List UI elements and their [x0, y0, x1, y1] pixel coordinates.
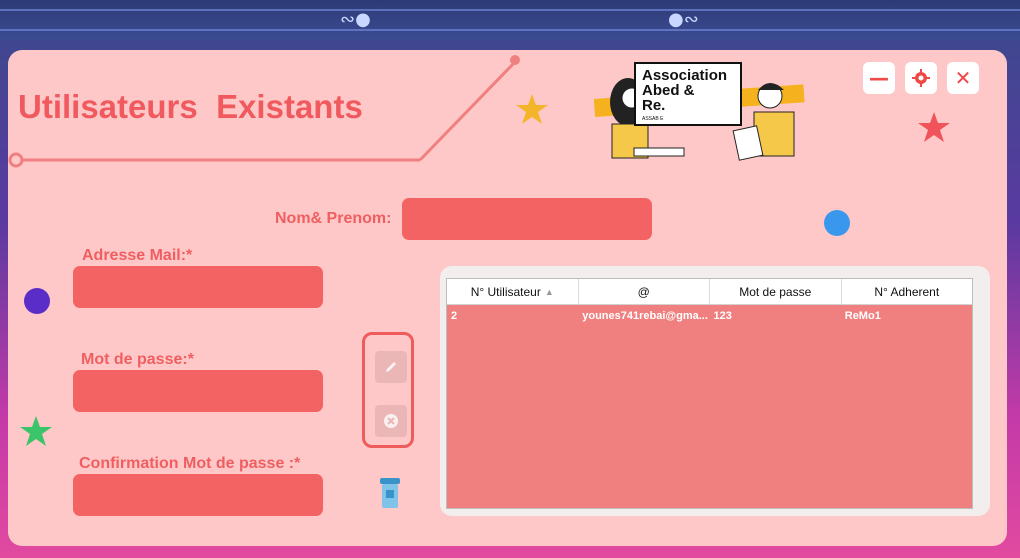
users-table: N° Utilisateur ▲ @ Mot de passe N° Adher… — [446, 278, 973, 509]
desktop-top-bar: ∾● ●∾ — [0, 0, 1020, 40]
nom-prenom-label: Nom& Prenom: — [275, 210, 392, 227]
action-toolbox — [362, 332, 414, 448]
page-title: Utilisateurs Existants — [18, 88, 363, 125]
close-icon: ✕ — [954, 66, 972, 90]
nom-prenom-input[interactable] — [402, 198, 652, 240]
users-window: Utilisateurs Existants Association Abed … — [8, 50, 1007, 546]
ornament-icon: ∾● — [340, 9, 371, 30]
column-header-password[interactable]: Mot de passe — [710, 279, 842, 304]
email-label: Adresse Mail:* — [82, 247, 193, 264]
cell-user-number: 2 — [451, 310, 458, 322]
cell-adherent: ReMo1 — [844, 310, 881, 322]
password-input[interactable] — [73, 370, 323, 412]
column-header-user-number[interactable]: N° Utilisateur ▲ — [447, 279, 579, 304]
sort-ascending-icon: ▲ — [544, 286, 554, 297]
ornament-icon: ●∾ — [668, 9, 699, 30]
edit-button[interactable] — [375, 351, 407, 383]
confirm-password-input[interactable] — [73, 474, 323, 516]
logo-line3: Re. — [642, 97, 666, 114]
minimize-icon: — — [869, 66, 889, 90]
users-table-container: N° Utilisateur ▲ @ Mot de passe N° Adher… — [440, 266, 990, 516]
column-header-adherent[interactable]: N° Adherent — [842, 279, 973, 304]
star-icon — [918, 112, 950, 142]
star-icon — [516, 94, 548, 124]
logo-small-text: ASSAB E — [642, 116, 664, 122]
table-row[interactable]: 2 younes741rebai@gma... 123 ReMo1 — [447, 305, 972, 327]
confirm-password-label: Confirmation Mot de passe :* — [79, 455, 301, 472]
cell-password: 123 — [713, 310, 732, 322]
logo-card: Association Abed & Re. ASSAB E — [634, 62, 742, 126]
decorative-dot — [24, 288, 50, 314]
table-header: N° Utilisateur ▲ @ Mot de passe N° Adher… — [447, 279, 972, 305]
trash-button[interactable] — [378, 476, 402, 514]
close-button[interactable]: ✕ — [947, 62, 979, 94]
settings-button[interactable] — [905, 62, 937, 94]
email-input[interactable] — [73, 266, 323, 308]
password-label: Mot de passe:* — [81, 351, 194, 368]
column-header-email[interactable]: @ — [579, 279, 710, 304]
cell-email: younes741rebai@gma... — [582, 310, 708, 322]
star-icon — [20, 416, 52, 446]
minimize-button[interactable]: — — [863, 62, 895, 94]
gear-icon — [912, 69, 930, 87]
pencil-icon — [386, 362, 396, 372]
x-circle-icon — [384, 414, 398, 428]
delete-button[interactable] — [375, 405, 407, 437]
trash-icon — [380, 478, 400, 508]
decorative-dot — [824, 210, 850, 236]
